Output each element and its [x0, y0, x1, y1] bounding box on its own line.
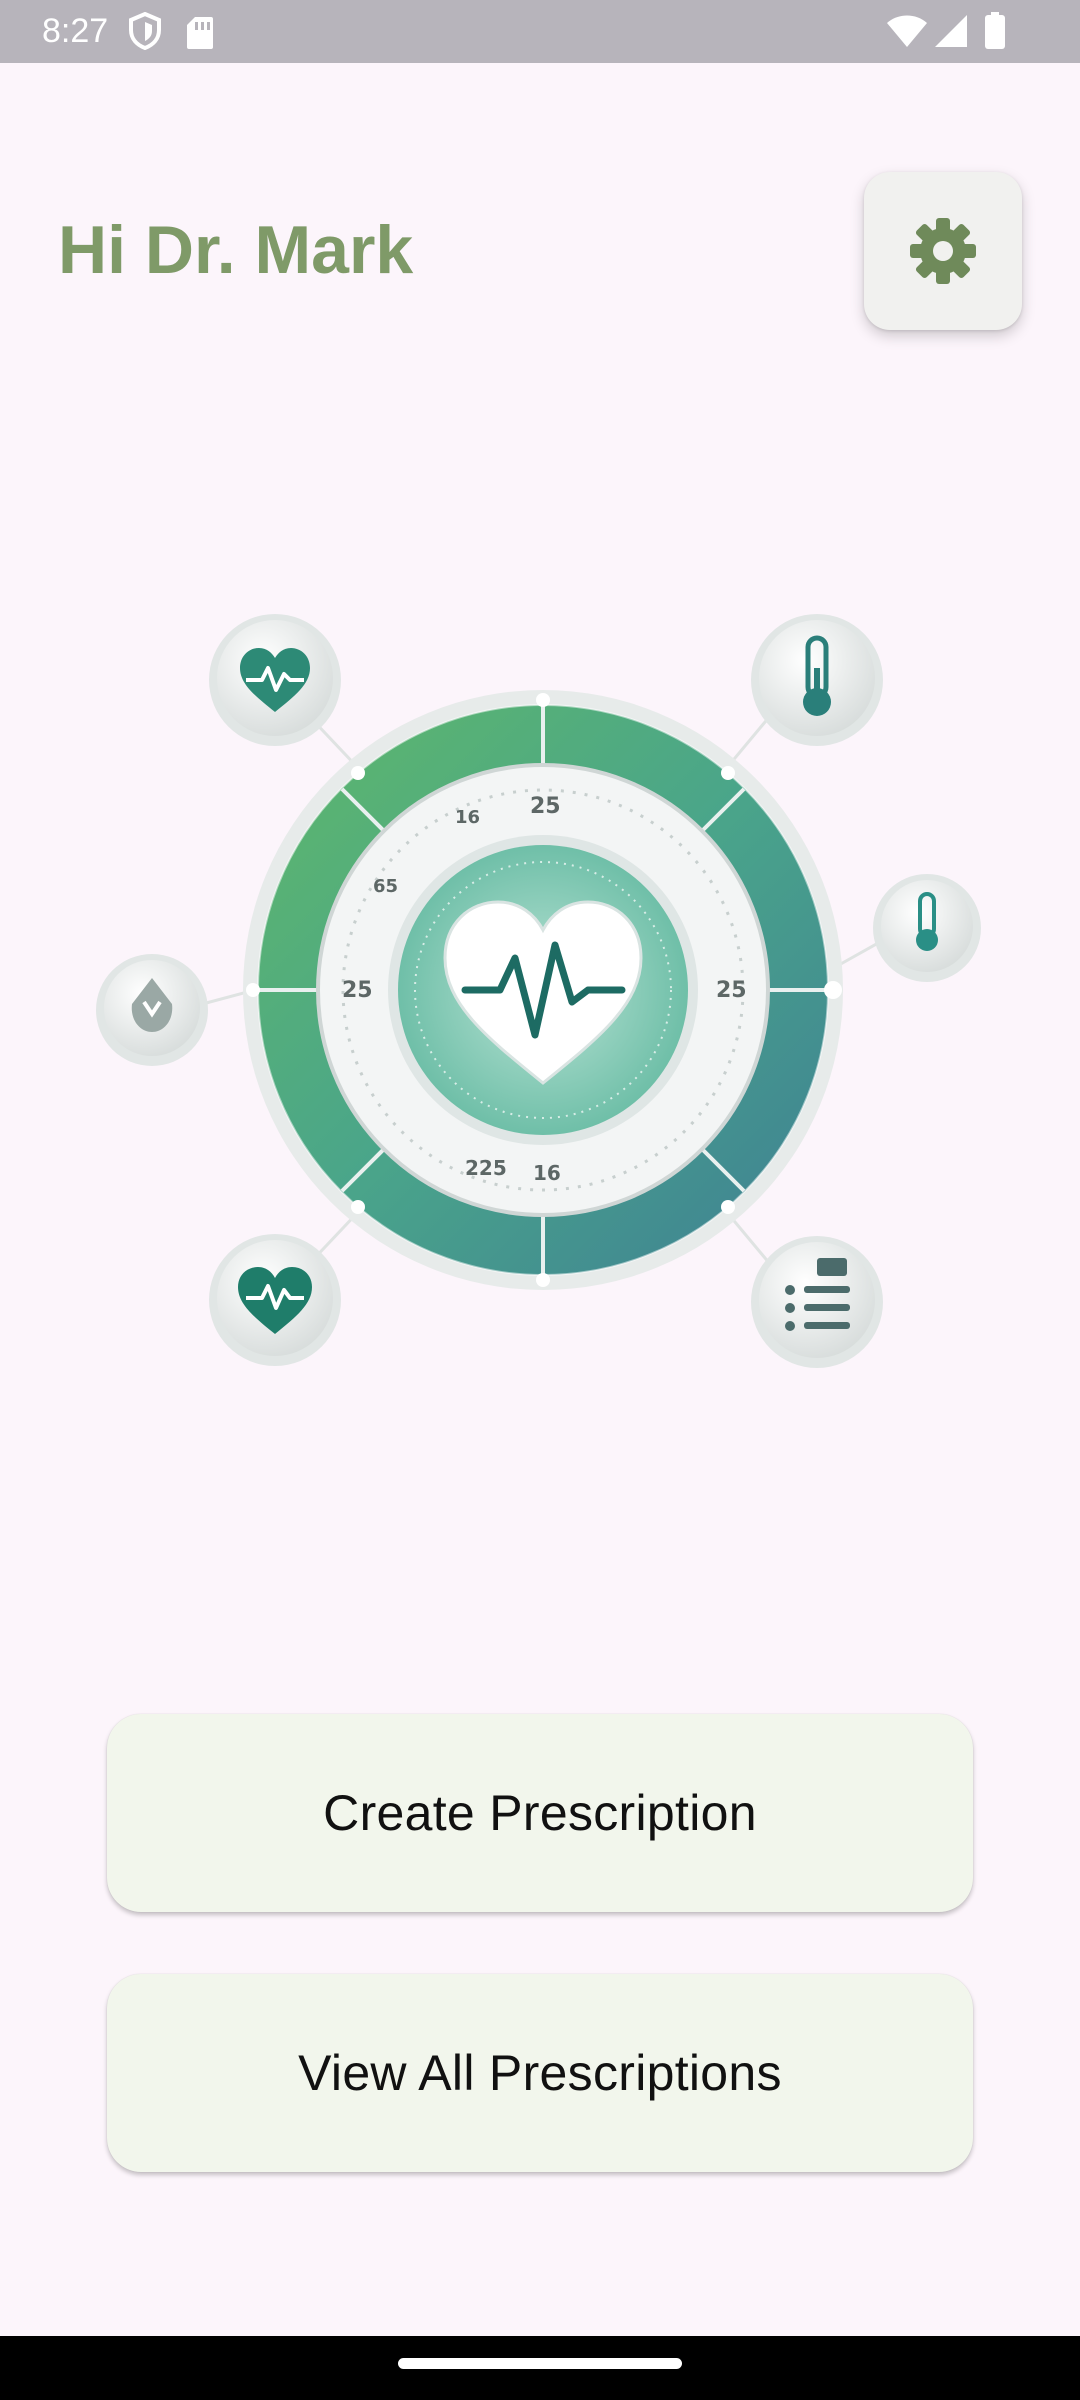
view-all-prescriptions-label: View All Prescriptions — [298, 2045, 782, 2101]
thermometer-small-icon — [873, 874, 981, 982]
heart-pulse-icon — [209, 614, 341, 746]
dial-tick-label: 25 — [530, 794, 561, 819]
wifi-icon — [886, 14, 928, 53]
home-indicator[interactable] — [398, 2358, 682, 2369]
status-time: 8:27 — [42, 12, 109, 50]
gear-icon — [910, 218, 976, 284]
dial-tick-label: 65 — [373, 876, 398, 897]
dial-tick-label: 25 — [716, 978, 747, 1003]
shield-icon — [128, 11, 162, 55]
dial-tick-label: 16 — [533, 1161, 561, 1185]
dial-tick-label: 25 — [342, 978, 373, 1003]
dial-tick-label: 16 — [455, 807, 480, 828]
greeting-title: Hi Dr. Mark — [58, 212, 414, 288]
battery-icon — [984, 12, 1006, 55]
sim-card-icon — [186, 16, 214, 55]
dial-tick-label: 225 — [465, 1156, 507, 1180]
settings-button[interactable] — [864, 172, 1022, 330]
drop-icon — [96, 954, 208, 1066]
status-bar: 8:27 — [0, 0, 1080, 63]
view-all-prescriptions-button[interactable]: View All Prescriptions — [107, 1974, 973, 2172]
health-dial-illustration: 25 16 65 25 25 225 16 — [60, 590, 1020, 1390]
create-prescription-label: Create Prescription — [323, 1785, 757, 1841]
checklist-icon — [751, 1236, 883, 1368]
signal-icon — [934, 14, 968, 53]
create-prescription-button[interactable]: Create Prescription — [107, 1714, 973, 1912]
navigation-bar — [0, 2336, 1080, 2400]
heart-pulse-icon — [209, 1234, 341, 1366]
thermometer-icon — [751, 614, 883, 746]
